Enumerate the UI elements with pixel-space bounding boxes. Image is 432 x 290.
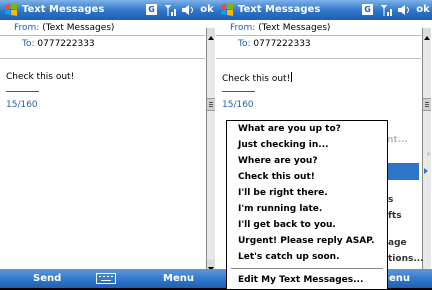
to-field[interactable]: To: 0777222333 — [22, 39, 95, 49]
menu-item[interactable]: Just checking in... — [238, 140, 329, 150]
menu-item[interactable]: What are you up to? — [238, 124, 341, 134]
text-caret — [291, 72, 293, 82]
title-bar: Text Messages G ok — [216, 0, 432, 20]
menu-fragment: nt... — [387, 135, 408, 145]
arrow-up-icon — [208, 36, 214, 40]
send-soft-key[interactable]: Send — [33, 271, 61, 287]
windows-start-icon[interactable] — [3, 2, 19, 18]
submenu-arrow-icon — [424, 168, 428, 174]
from-field[interactable]: From: (Text Messages) — [14, 23, 114, 33]
from-value: (Text Messages) — [258, 23, 331, 33]
from-label: From: — [230, 23, 256, 33]
signal-icon[interactable] — [164, 3, 178, 17]
menu-highlight — [386, 163, 419, 180]
menu-item[interactable]: I'll get back to you. — [238, 220, 336, 230]
my-text-messages-menu: What are you up to? Just checking in... … — [226, 120, 388, 290]
counter-line — [222, 91, 255, 92]
to-field[interactable]: To: 0777222333 — [238, 39, 311, 49]
gprs-icon: G — [146, 4, 157, 15]
soft-key-bar: Send Menu — [0, 269, 216, 288]
scroll-up-button[interactable] — [207, 28, 215, 40]
message-body[interactable]: Check this out! — [222, 72, 293, 84]
from-value: (Text Messages) — [42, 23, 115, 33]
menu-item[interactable]: Urgent! Please reply ASAP. — [238, 236, 375, 246]
signal-icon[interactable] — [380, 3, 394, 17]
divider — [0, 58, 205, 59]
to-value: 0777222333 — [253, 39, 311, 49]
menu-soft-key[interactable]: Menu — [163, 271, 194, 287]
volume-icon[interactable] — [181, 3, 195, 17]
char-counter: 15/160 — [222, 100, 254, 110]
windows-start-icon[interactable] — [219, 2, 235, 18]
menu-fragment: s — [388, 195, 394, 205]
menu-item[interactable]: Check this out! — [238, 172, 315, 182]
app-title: Text Messages — [238, 4, 321, 15]
scroll-up-button[interactable] — [423, 28, 431, 40]
volume-icon[interactable] — [397, 3, 411, 17]
menu-separator — [231, 268, 383, 269]
divider — [216, 58, 421, 59]
to-value: 0777222333 — [37, 39, 95, 49]
menu-item[interactable]: Where are you? — [238, 156, 318, 166]
divider — [0, 35, 205, 36]
menu-fragment: fts — [388, 211, 402, 221]
menu-fragment: age — [388, 238, 407, 248]
message-body[interactable]: Check this out! — [6, 72, 74, 82]
submenu-arrow-icon — [427, 151, 431, 157]
scroll-thumb[interactable] — [207, 98, 215, 111]
to-label: To: — [22, 39, 35, 49]
title-bar: Text Messages G ok — [0, 0, 216, 20]
keyboard-icon[interactable] — [96, 273, 116, 284]
from-field[interactable]: From: (Text Messages) — [230, 23, 330, 33]
scrollbar[interactable] — [422, 28, 431, 269]
scroll-down-button[interactable] — [207, 259, 215, 271]
menu-fragment: tions... — [388, 254, 424, 264]
divider — [216, 35, 421, 36]
arrow-up-icon — [424, 36, 430, 40]
menu-item[interactable]: Let's catch up soon. — [238, 252, 340, 262]
ok-button[interactable]: ok — [198, 2, 216, 18]
app-title: Text Messages — [22, 4, 105, 15]
scrollbar[interactable] — [206, 28, 215, 271]
menu-item[interactable]: I'm running late. — [238, 204, 322, 214]
ok-button[interactable]: ok — [414, 2, 432, 18]
char-counter: 15/160 — [6, 100, 38, 110]
menu-item[interactable]: I'll be right there. — [238, 188, 328, 198]
counter-line — [6, 91, 39, 92]
from-label: From: — [14, 23, 40, 33]
edit-messages-item[interactable]: Edit My Text Messages... — [238, 275, 363, 285]
left-screen: Text Messages G ok From: (Text Messages)… — [0, 0, 216, 288]
to-label: To: — [238, 39, 251, 49]
message-text: Check this out! — [222, 74, 291, 84]
gprs-icon: G — [362, 4, 373, 15]
scroll-thumb[interactable] — [423, 98, 431, 111]
